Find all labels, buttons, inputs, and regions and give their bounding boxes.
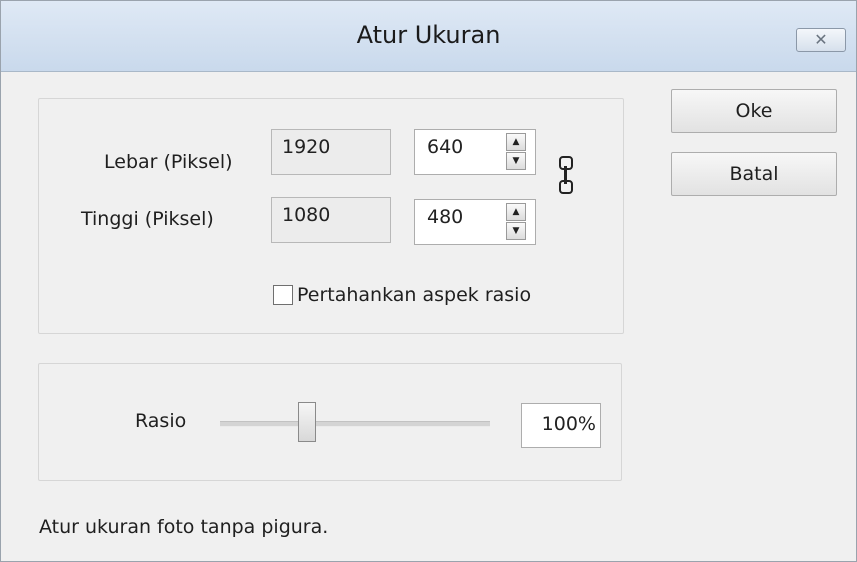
keep-aspect-label[interactable]: Pertahankan aspek rasio [297, 284, 531, 306]
width-spin-up[interactable]: ▲ [506, 133, 526, 151]
original-width-field: 1920 [271, 129, 391, 175]
width-label: Lebar (Piksel) [104, 151, 233, 173]
ratio-slider-track[interactable] [220, 421, 490, 427]
dialog-title: Atur Ukuran [356, 21, 501, 49]
close-icon: ✕ [814, 30, 828, 49]
width-spin-down[interactable]: ▼ [506, 152, 526, 170]
keep-aspect-checkbox[interactable] [273, 285, 293, 305]
original-height-field: 1080 [271, 197, 391, 243]
title-bar: Atur Ukuran ✕ [1, 1, 856, 72]
ok-button[interactable]: Oke [671, 89, 837, 133]
resize-dialog: Atur Ukuran ✕ Lebar (Piksel) 1920 640 ▲ … [0, 0, 857, 562]
close-button[interactable]: ✕ [796, 28, 846, 52]
ratio-label: Rasio [135, 410, 187, 432]
height-spin-down[interactable]: ▼ [506, 222, 526, 240]
height-spin-up[interactable]: ▲ [506, 203, 526, 221]
cancel-button[interactable]: Batal [671, 152, 837, 196]
chain-link-icon[interactable] [559, 156, 573, 196]
height-label: Tinggi (Piksel) [81, 208, 214, 230]
ratio-input[interactable]: 100% [521, 403, 601, 448]
ratio-slider-thumb[interactable] [298, 402, 316, 442]
footer-hint: Atur ukuran foto tanpa pigura. [39, 516, 329, 538]
